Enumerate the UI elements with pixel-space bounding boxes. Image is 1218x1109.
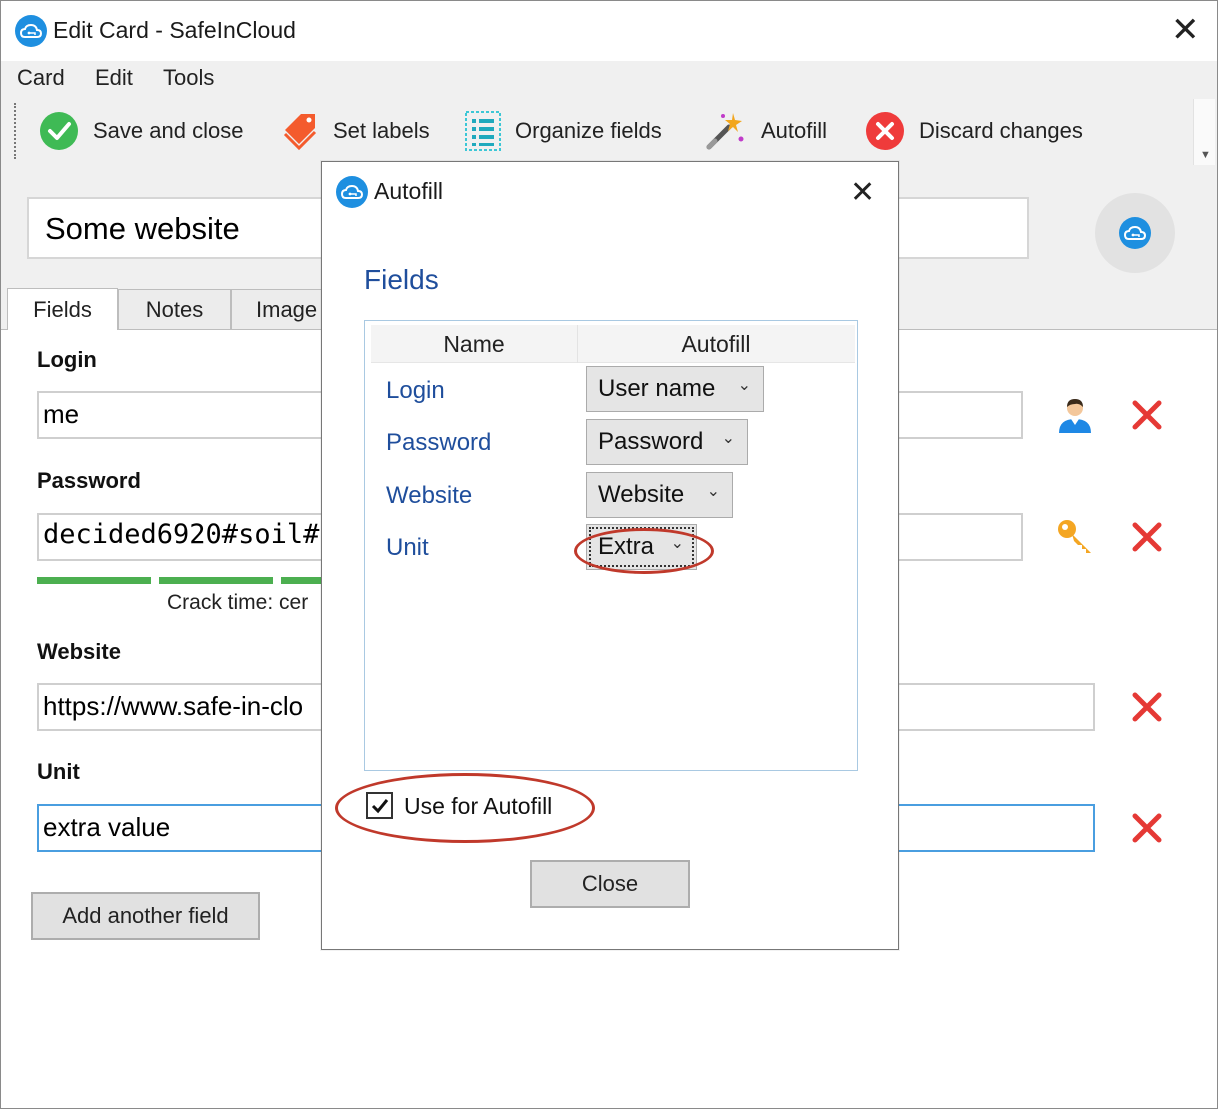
cloud-logo-icon	[1119, 217, 1151, 249]
autofill-select-login-value: User name	[598, 375, 716, 402]
menu-edit[interactable]: Edit	[95, 65, 133, 91]
strength-segment-1	[37, 577, 151, 584]
website-label: Website	[37, 639, 121, 664]
add-another-field-button[interactable]: Add another field	[31, 892, 260, 940]
delete-unit-icon[interactable]	[1127, 808, 1167, 848]
unit-value: extra value	[43, 812, 171, 842]
grid-header: Name Autofill	[371, 325, 855, 363]
password-label: Password	[37, 468, 141, 493]
autofill-select-login[interactable]: User name ⌄	[586, 366, 764, 412]
discard-changes-label: Discard changes	[919, 118, 1083, 143]
autofill-label: Autofill	[761, 118, 828, 143]
window-close-icon[interactable]: ✕	[1171, 13, 1200, 47]
key-icon[interactable]	[1055, 517, 1095, 557]
menu-bar: Card Edit Tools	[1, 61, 1217, 97]
card-icon-button[interactable]	[1095, 193, 1175, 273]
autofill-select-password-value: Password	[598, 428, 704, 455]
edit-card-window: Edit Card - SafeInCloud ✕ Card Edit Tool…	[0, 0, 1218, 1109]
use-for-autofill-label[interactable]: Use for Autofill	[404, 793, 552, 820]
check-circle-icon	[40, 112, 78, 150]
row-name-website: Website	[386, 482, 473, 509]
delete-login-icon[interactable]	[1127, 395, 1167, 435]
unit-label: Unit	[37, 759, 80, 784]
checkmark-icon	[371, 798, 388, 813]
delete-password-icon[interactable]	[1127, 517, 1167, 557]
column-name-header[interactable]: Name	[371, 331, 577, 358]
chevron-down-icon: ⌄	[721, 430, 735, 447]
tab-notes[interactable]: Notes	[118, 289, 231, 329]
row-name-unit: Unit	[386, 534, 429, 561]
title-bar: Edit Card - SafeInCloud ✕	[1, 1, 1217, 61]
dialog-close-icon[interactable]: ✕	[850, 176, 875, 210]
overflow-chevron-icon: ▼	[1200, 149, 1211, 161]
tag-icon	[283, 114, 317, 151]
set-labels-button[interactable]: Set labels	[281, 107, 430, 155]
website-value: https://www.safe-in-clo	[43, 691, 304, 721]
delete-website-icon[interactable]	[1127, 687, 1167, 727]
autofill-select-password[interactable]: Password ⌄	[586, 419, 748, 465]
toolbar-grip[interactable]	[14, 103, 18, 159]
safeincloud-logo-icon	[15, 15, 47, 47]
user-icon[interactable]	[1055, 395, 1095, 435]
chevron-down-icon: ⌄	[737, 377, 751, 394]
autofill-select-unit[interactable]: Extra ⌄	[586, 524, 697, 570]
set-labels-label: Set labels	[333, 118, 430, 143]
menu-card[interactable]: Card	[17, 65, 65, 91]
dialog-heading: Fields	[364, 264, 439, 295]
dialog-close-button[interactable]: Close	[530, 860, 690, 908]
toolbar-overflow-button[interactable]: ▼	[1193, 99, 1215, 165]
cancel-circle-icon	[866, 112, 904, 150]
autofill-select-website[interactable]: Website ⌄	[586, 472, 733, 518]
use-for-autofill-checkbox[interactable]	[366, 792, 393, 819]
autofill-dialog: Autofill ✕ Fields Name Autofill Login Us…	[321, 161, 899, 950]
row-name-password: Password	[386, 429, 492, 456]
magic-wand-icon	[706, 113, 744, 150]
menu-tools[interactable]: Tools	[163, 65, 214, 91]
discard-changes-button[interactable]: Discard changes	[865, 107, 1083, 155]
login-label: Login	[37, 347, 97, 372]
dialog-title: Autofill	[374, 178, 444, 204]
card-title-value: Some website	[45, 211, 240, 246]
password-value: decided6920#soil#	[43, 519, 320, 550]
autofill-select-unit-value: Extra	[598, 533, 655, 560]
autofill-button[interactable]: Autofill	[703, 107, 827, 155]
organize-fields-label: Organize fields	[515, 118, 662, 143]
crack-time-text: Crack time: cer	[167, 591, 309, 614]
list-icon	[465, 111, 501, 151]
autofill-select-website-value: Website	[598, 481, 685, 508]
row-name-login: Login	[386, 377, 445, 404]
column-autofill-header[interactable]: Autofill	[577, 331, 855, 358]
chevron-down-icon: ⌄	[706, 483, 720, 500]
window-title: Edit Card - SafeInCloud	[53, 17, 296, 43]
organize-fields-button[interactable]: Organize fields	[465, 107, 662, 155]
save-and-close-button[interactable]: Save and close	[39, 107, 243, 155]
login-value: me	[43, 399, 80, 429]
tab-fields[interactable]: Fields	[7, 288, 118, 330]
save-and-close-label: Save and close	[93, 118, 244, 143]
toolbar: Save and close Set labels Organize field…	[1, 97, 1217, 169]
dialog-logo-icon	[336, 176, 368, 208]
strength-segment-2	[159, 577, 273, 584]
active-tab-gap	[8, 329, 117, 331]
chevron-down-icon: ⌄	[670, 535, 684, 552]
